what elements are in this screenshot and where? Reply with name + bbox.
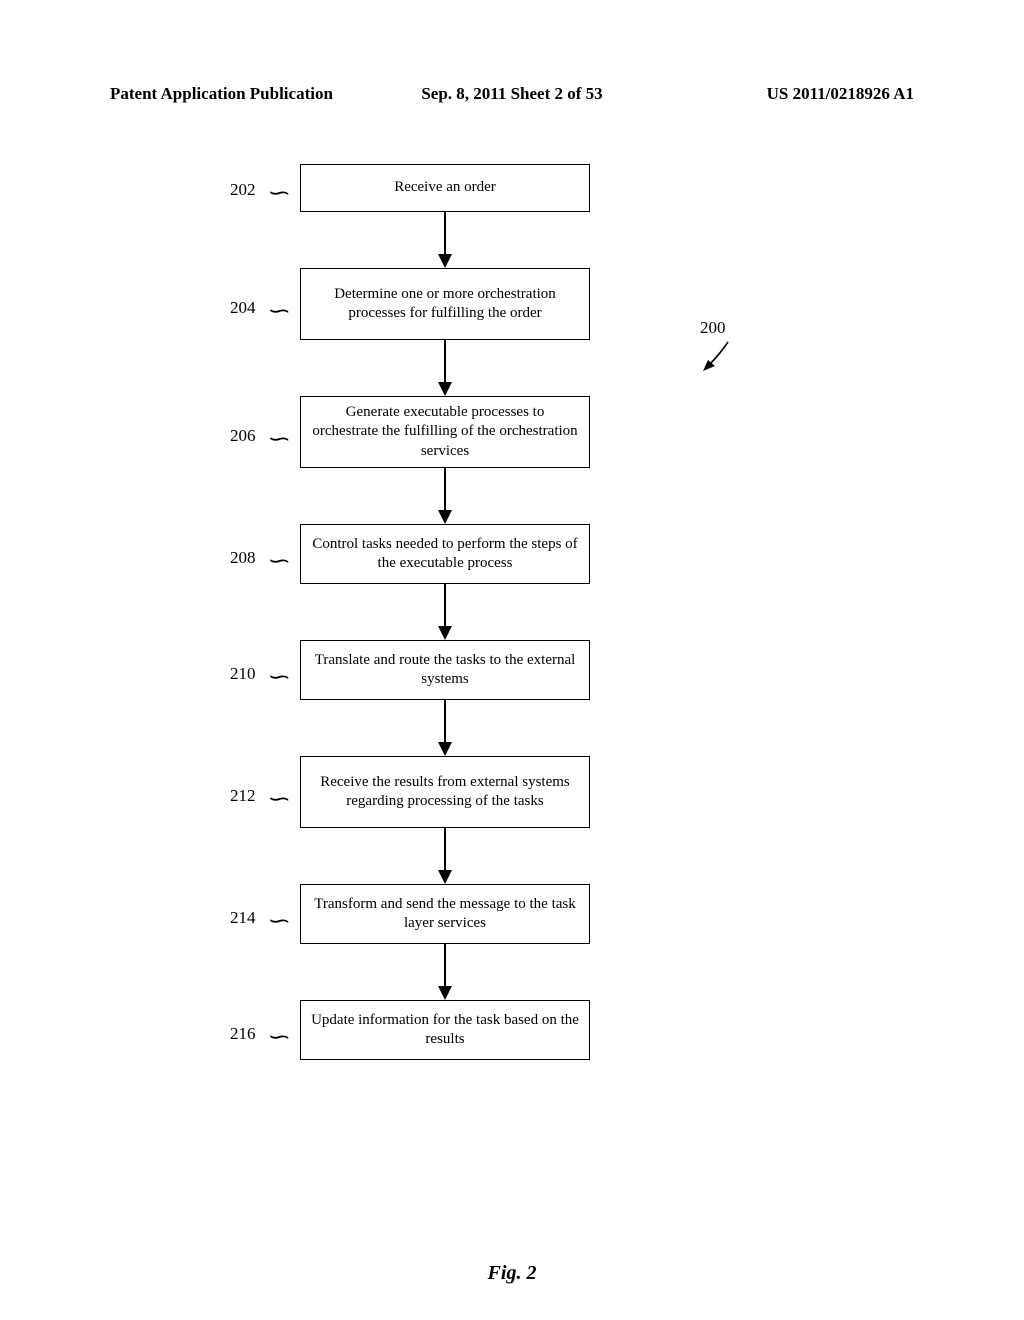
step-text: Determine one or more orchestration proc… (311, 285, 579, 324)
step-text: Receive the results from external system… (311, 773, 579, 812)
tilde-icon: ∽ (267, 298, 291, 324)
tilde-icon: ∽ (267, 426, 291, 452)
flow-step-202: Receive an order (300, 164, 590, 212)
tilde-icon: ∽ (267, 1024, 291, 1050)
step-text: Transform and send the message to the ta… (311, 895, 579, 934)
tilde-icon: ∽ (267, 180, 291, 206)
step-text: Translate and route the tasks to the ext… (311, 651, 579, 690)
flow-step-208: Control tasks needed to perform the step… (300, 524, 590, 584)
ref-label-216: 216 (230, 1024, 256, 1044)
arrow-icon (300, 212, 590, 268)
flow-step-210: Translate and route the tasks to the ext… (300, 640, 590, 700)
tilde-icon: ∽ (267, 548, 291, 574)
arrow-icon (300, 468, 590, 524)
flow-step-206: Generate executable processes to orchest… (300, 396, 590, 468)
page-header: Patent Application Publication Sep. 8, 2… (0, 84, 1024, 104)
step-text: Receive an order (394, 178, 496, 198)
ref-label-204: 204 (230, 298, 256, 318)
flow-step-204: Determine one or more orchestration proc… (300, 268, 590, 340)
arrow-icon (300, 944, 590, 1000)
ref-label-208: 208 (230, 548, 256, 568)
header-left: Patent Application Publication (110, 84, 333, 104)
step-text: Generate executable processes to orchest… (311, 403, 579, 462)
step-text: Control tasks needed to perform the step… (311, 535, 579, 574)
header-center: Sep. 8, 2011 Sheet 2 of 53 (421, 84, 602, 104)
figure-caption: Fig. 2 (488, 1262, 537, 1285)
arrow-icon (300, 700, 590, 756)
ref-200-arrow-icon (700, 340, 740, 376)
arrow-icon (300, 340, 590, 396)
flow-step-212: Receive the results from external system… (300, 756, 590, 828)
tilde-icon: ∽ (267, 908, 291, 934)
ref-200-label: 200 (700, 318, 726, 338)
arrow-icon (300, 828, 590, 884)
ref-label-212: 212 (230, 786, 256, 806)
arrow-icon (300, 584, 590, 640)
step-text: Update information for the task based on… (311, 1011, 579, 1050)
header-right: US 2011/0218926 A1 (767, 84, 914, 104)
flow-step-214: Transform and send the message to the ta… (300, 884, 590, 944)
flowchart-diagram: 200 Receive an order Determine one or mo… (0, 150, 1024, 1250)
flow-column: Receive an order Determine one or more o… (300, 150, 590, 1060)
ref-label-206: 206 (230, 426, 256, 446)
flow-step-216: Update information for the task based on… (300, 1000, 590, 1060)
ref-label-210: 210 (230, 664, 256, 684)
ref-label-202: 202 (230, 180, 256, 200)
tilde-icon: ∽ (267, 786, 291, 812)
tilde-icon: ∽ (267, 664, 291, 690)
ref-label-214: 214 (230, 908, 256, 928)
